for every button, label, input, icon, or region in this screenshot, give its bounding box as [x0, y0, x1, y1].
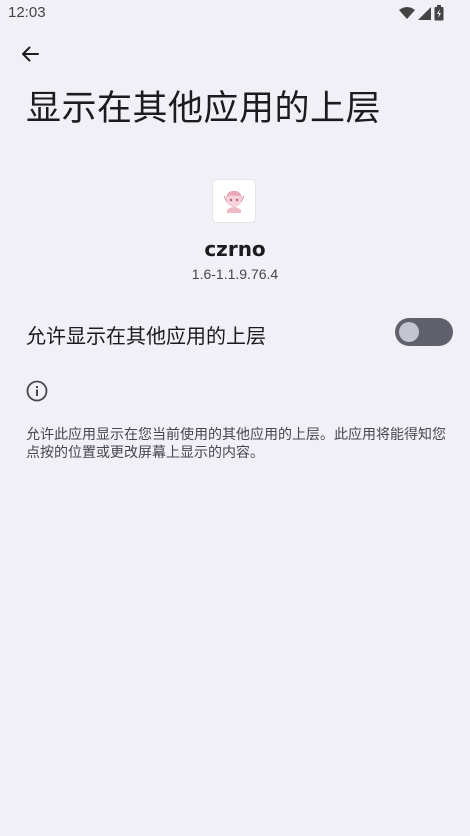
arrow-back-icon — [22, 46, 39, 62]
signal-icon — [418, 6, 431, 20]
battery-icon — [434, 5, 444, 21]
back-button[interactable] — [14, 38, 46, 70]
app-icon-image — [223, 190, 245, 213]
app-name: czrno — [204, 237, 266, 261]
info-icon — [26, 380, 48, 402]
app-icon — [213, 180, 255, 222]
permission-toggle-row[interactable]: 允许显示在其他应用的上层 — [0, 308, 470, 356]
info-text: 允许此应用显示在您当前使用的其他应用的上层。此应用将能得知您点按的位置或更改屏幕… — [26, 427, 446, 461]
page-title: 显示在其他应用的上层 — [26, 89, 382, 129]
screen: 12:03 显示在其他应用的上层 czrno 1.6-1.1.9.76.4 允许… — [0, 0, 470, 836]
status-icons — [399, 5, 444, 21]
permission-switch[interactable] — [395, 318, 453, 346]
status-bar: 12:03 — [0, 0, 470, 26]
switch-thumb — [399, 322, 419, 342]
permission-label: 允许显示在其他应用的上层 — [26, 324, 266, 348]
app-version: 1.6-1.1.9.76.4 — [191, 266, 279, 282]
wifi-icon — [399, 7, 415, 19]
status-time: 12:03 — [8, 4, 46, 21]
